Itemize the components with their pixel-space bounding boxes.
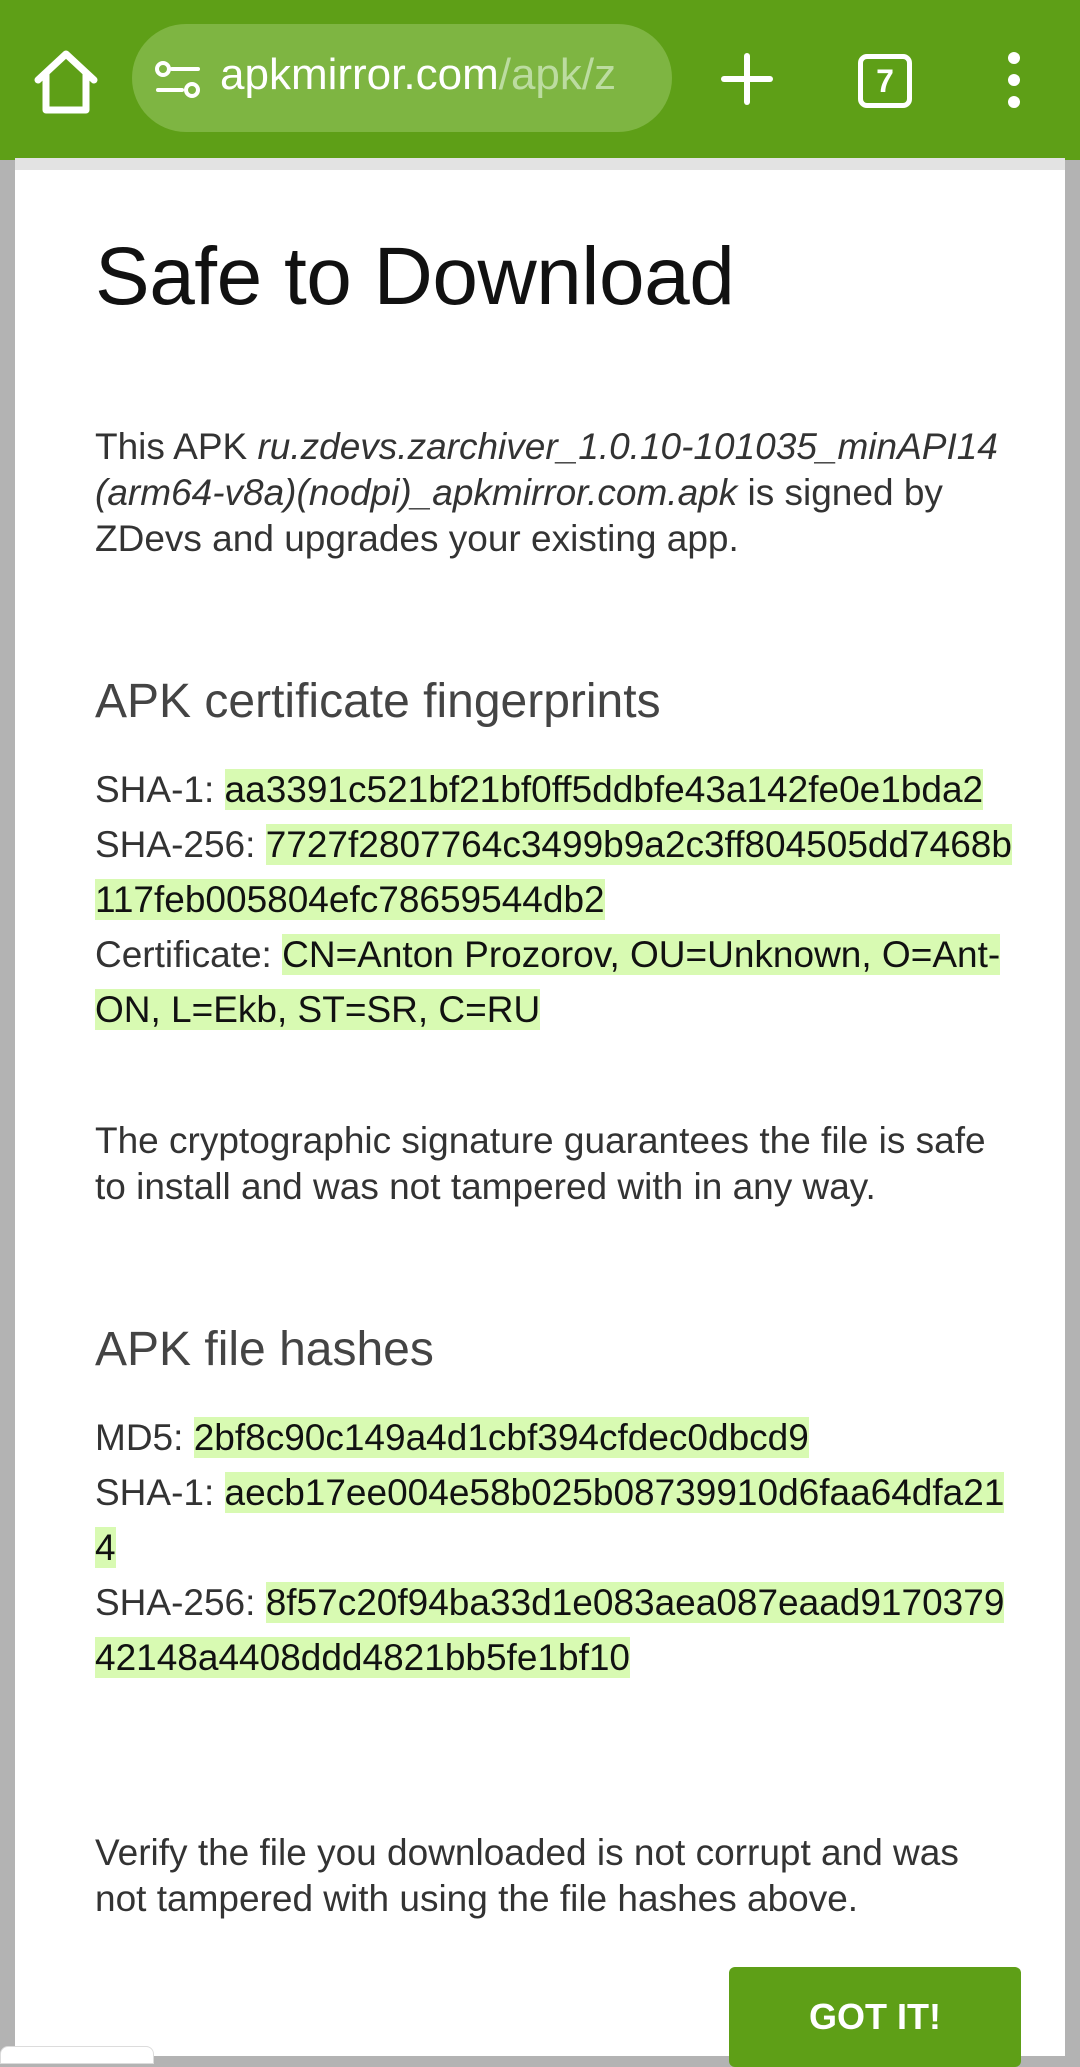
cert-row-sha1: SHA-1: aa3391c521bf21bf0ff5ddbfe43a142fe… xyxy=(95,762,1015,817)
row-value: 2bf8c90c149a4d1cbf394cfdec0dbcd9 xyxy=(193,1417,809,1458)
bottom-left-tab xyxy=(0,2046,154,2064)
plus-icon[interactable] xyxy=(720,52,774,106)
url-text[interactable]: apkmirror.com/apk/z xyxy=(220,50,660,100)
url-path: /apk/z xyxy=(498,50,617,99)
intro-prefix: This APK xyxy=(95,426,258,467)
hash-row-md5: MD5: 2bf8c90c149a4d1cbf394cfdec0dbcd9 xyxy=(95,1410,1015,1465)
background-page xyxy=(15,158,1065,170)
file-hashes: MD5: 2bf8c90c149a4d1cbf394cfdec0dbcd9 SH… xyxy=(95,1410,1015,1685)
hash-row-sha256: SHA-256: 8f57c20f94ba33d1e083aea087eaad9… xyxy=(95,1575,1015,1685)
cert-heading: APK certificate fingerprints xyxy=(95,675,661,728)
row-label: SHA-1: xyxy=(95,769,225,810)
site-settings-icon[interactable] xyxy=(154,60,202,100)
hash-note: Verify the file you downloaded is not co… xyxy=(95,1832,959,1919)
tabs-icon[interactable]: 7 xyxy=(858,54,912,108)
got-it-button[interactable]: GOT IT! xyxy=(729,1967,1021,2067)
row-value: aa3391c521bf21bf0ff5ddbfe43a142fe0e1bda2 xyxy=(224,769,984,810)
browser-toolbar: apkmirror.com/apk/z 7 xyxy=(0,0,1080,160)
home-icon[interactable] xyxy=(30,46,102,118)
intro-text: This APK ru.zdevs.zarchiver_1.0.10-10103… xyxy=(95,424,1015,562)
cert-row-certificate: Certificate: CN=Anton Prozorov, OU=Unkno… xyxy=(95,927,1015,1037)
cert-note: The cryptographic signature guarantees t… xyxy=(95,1120,986,1207)
address-bar[interactable]: apkmirror.com/apk/z xyxy=(132,24,672,132)
safe-download-dialog: Safe to Download This APK ru.zdevs.zarch… xyxy=(15,170,1065,2067)
row-label: Certificate: xyxy=(95,934,283,975)
cert-row-sha256: SHA-256: 7727f2807764c3499b9a2c3ff804505… xyxy=(95,817,1015,927)
row-label: SHA-256: xyxy=(95,824,266,865)
hash-heading: APK file hashes xyxy=(95,1323,434,1376)
more-vert-icon[interactable] xyxy=(996,50,1032,110)
row-label: SHA-1: xyxy=(95,1472,225,1513)
cert-fingerprints: SHA-1: aa3391c521bf21bf0ff5ddbfe43a142fe… xyxy=(95,762,1015,1037)
url-domain: apkmirror.com xyxy=(220,50,499,99)
dialog-title: Safe to Download xyxy=(95,231,735,322)
hash-row-sha1: SHA-1: aecb17ee004e58b025b08739910d6faa6… xyxy=(95,1465,1015,1575)
row-value: aecb17ee004e58b025b08739910d6faa64dfa214 xyxy=(95,1472,1005,1568)
row-label: MD5: xyxy=(95,1417,194,1458)
row-label: SHA-256: xyxy=(95,1582,266,1623)
